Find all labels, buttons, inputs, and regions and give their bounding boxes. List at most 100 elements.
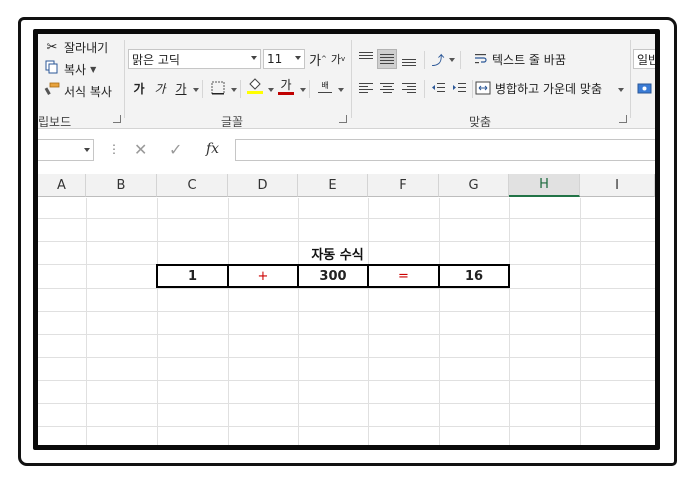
accounting-format-button[interactable] <box>635 78 655 98</box>
align-center-icon <box>380 82 394 94</box>
font-color-button[interactable]: 가 <box>276 76 296 96</box>
chevron-down-icon[interactable] <box>618 88 624 92</box>
sheet-title: 자동 수식 <box>311 247 364 263</box>
merge-center-button[interactable]: 병합하고 가운데 맞춤 <box>475 78 602 98</box>
scissors-icon: ✂ <box>46 39 58 55</box>
column-header-d[interactable]: D <box>228 174 298 197</box>
borders-button[interactable] <box>208 78 228 98</box>
align-left-button[interactable] <box>356 78 376 98</box>
column-label: B <box>116 177 126 193</box>
grid-line <box>298 198 299 445</box>
column-header-c[interactable]: C <box>157 174 228 197</box>
format-painter-button[interactable]: 서식 복사 <box>43 81 112 101</box>
excel-window: ✂ 잘라내기 복사 ▼ 서식 복사 립보드 맑은 고딕 11 가 ^ 가 v 가… <box>33 29 660 450</box>
italic-button[interactable]: 가 <box>151 78 169 98</box>
chevron-down-icon[interactable] <box>338 88 344 92</box>
grid-line <box>86 198 87 445</box>
shrink-font-button[interactable]: 가v <box>329 49 347 69</box>
shrink-font-label: 가 <box>330 53 341 66</box>
chevron-down-icon[interactable] <box>268 88 274 92</box>
align-right-button[interactable] <box>399 78 419 98</box>
phonetic-label: 배 <box>321 80 329 90</box>
chevron-down-icon[interactable]: ▼ <box>90 65 96 74</box>
wrap-text-button[interactable]: 텍스트 줄 바꿈 <box>474 49 566 69</box>
chevron-down-icon[interactable] <box>300 88 306 92</box>
decrease-indent-icon <box>432 83 445 92</box>
column-header-b[interactable]: B <box>86 174 157 197</box>
chevron-down-icon[interactable] <box>84 148 90 152</box>
operator-value: = <box>398 268 409 284</box>
underline-icon <box>318 91 332 93</box>
formula-input[interactable] <box>235 139 655 161</box>
column-header-g[interactable]: G <box>439 174 509 197</box>
column-header-e[interactable]: E <box>298 174 368 197</box>
bold-label: 가 <box>133 81 145 96</box>
grid-line <box>228 198 229 445</box>
grid-line <box>509 198 510 445</box>
grid-line <box>439 198 440 445</box>
operator-value: + <box>257 268 269 284</box>
number-format-select[interactable]: 일반 <box>633 49 655 69</box>
divider <box>472 80 473 98</box>
paintbrush-icon <box>43 82 61 100</box>
orientation-button[interactable]: ⤴ <box>428 49 448 69</box>
cancel-icon[interactable]: ✕ <box>134 140 147 159</box>
align-bottom-button[interactable] <box>399 49 419 69</box>
font-name-select[interactable]: 맑은 고딕 <box>128 49 261 69</box>
cell-e-value[interactable]: 300 <box>297 264 369 288</box>
italic-label: 가 <box>154 81 166 96</box>
caret-up-icon: ^ <box>321 55 327 63</box>
format-painter-label: 서식 복사 <box>64 84 112 99</box>
align-top-button[interactable] <box>356 49 376 69</box>
cut-button[interactable]: ✂ 잘라내기 <box>43 37 109 57</box>
column-header-i[interactable]: I <box>580 174 655 197</box>
copy-button[interactable]: 복사 ▼ <box>43 59 96 79</box>
more-options-icon[interactable]: ⋮ <box>108 142 120 156</box>
cell-c-value[interactable]: 1 <box>156 264 229 288</box>
cell-g-result[interactable]: 16 <box>438 264 510 288</box>
clipboard-dialog-launcher-icon[interactable] <box>113 115 121 123</box>
column-header-a[interactable]: A <box>38 174 86 197</box>
increase-indent-button[interactable] <box>449 78 469 98</box>
underline-button[interactable]: 가 <box>172 78 190 98</box>
sheet-title-cell[interactable]: 자동 수식 <box>267 242 408 264</box>
name-box[interactable] <box>38 139 94 161</box>
chevron-down-icon[interactable] <box>231 88 237 92</box>
merge-center-label: 병합하고 가운데 맞춤 <box>495 81 602 96</box>
align-middle-button[interactable] <box>377 49 397 69</box>
align-center-button[interactable] <box>377 78 397 98</box>
phonetic-guide-button[interactable]: 배 <box>315 76 335 96</box>
chevron-down-icon[interactable] <box>449 58 455 62</box>
fill-color-button[interactable] <box>245 76 265 96</box>
chevron-down-icon[interactable] <box>193 88 199 92</box>
cell-d-operator[interactable]: + <box>227 264 299 288</box>
font-color-swatch <box>278 91 294 95</box>
cell-grid[interactable] <box>38 198 655 445</box>
column-label: D <box>257 177 268 193</box>
grid-line <box>38 311 655 312</box>
column-header-f[interactable]: F <box>368 174 439 197</box>
column-header-h[interactable]: H <box>509 174 580 197</box>
merge-cells-icon <box>475 81 491 95</box>
clipboard-group-label: 립보드 <box>38 115 72 129</box>
column-label: E <box>328 177 337 193</box>
bold-button[interactable]: 가 <box>130 78 148 98</box>
column-label: H <box>539 177 549 192</box>
grid-line <box>38 334 655 335</box>
grid-line <box>38 380 655 381</box>
grow-font-button[interactable]: 가 ^ <box>309 49 327 69</box>
grid-line <box>580 198 581 445</box>
cut-label: 잘라내기 <box>64 40 109 55</box>
font-size-select[interactable]: 11 <box>263 49 305 69</box>
divider <box>309 80 310 98</box>
align-top-icon <box>359 52 373 66</box>
alignment-dialog-launcher-icon[interactable] <box>619 115 627 123</box>
decrease-indent-button[interactable] <box>428 78 448 98</box>
highlight-swatch <box>247 91 263 94</box>
align-left-icon <box>359 82 373 94</box>
font-dialog-launcher-icon[interactable] <box>339 115 347 123</box>
enter-icon[interactable]: ✓ <box>169 140 182 159</box>
column-label: C <box>187 177 197 193</box>
insert-function-icon[interactable]: fx <box>206 141 219 157</box>
cell-f-operator[interactable]: = <box>367 264 440 288</box>
